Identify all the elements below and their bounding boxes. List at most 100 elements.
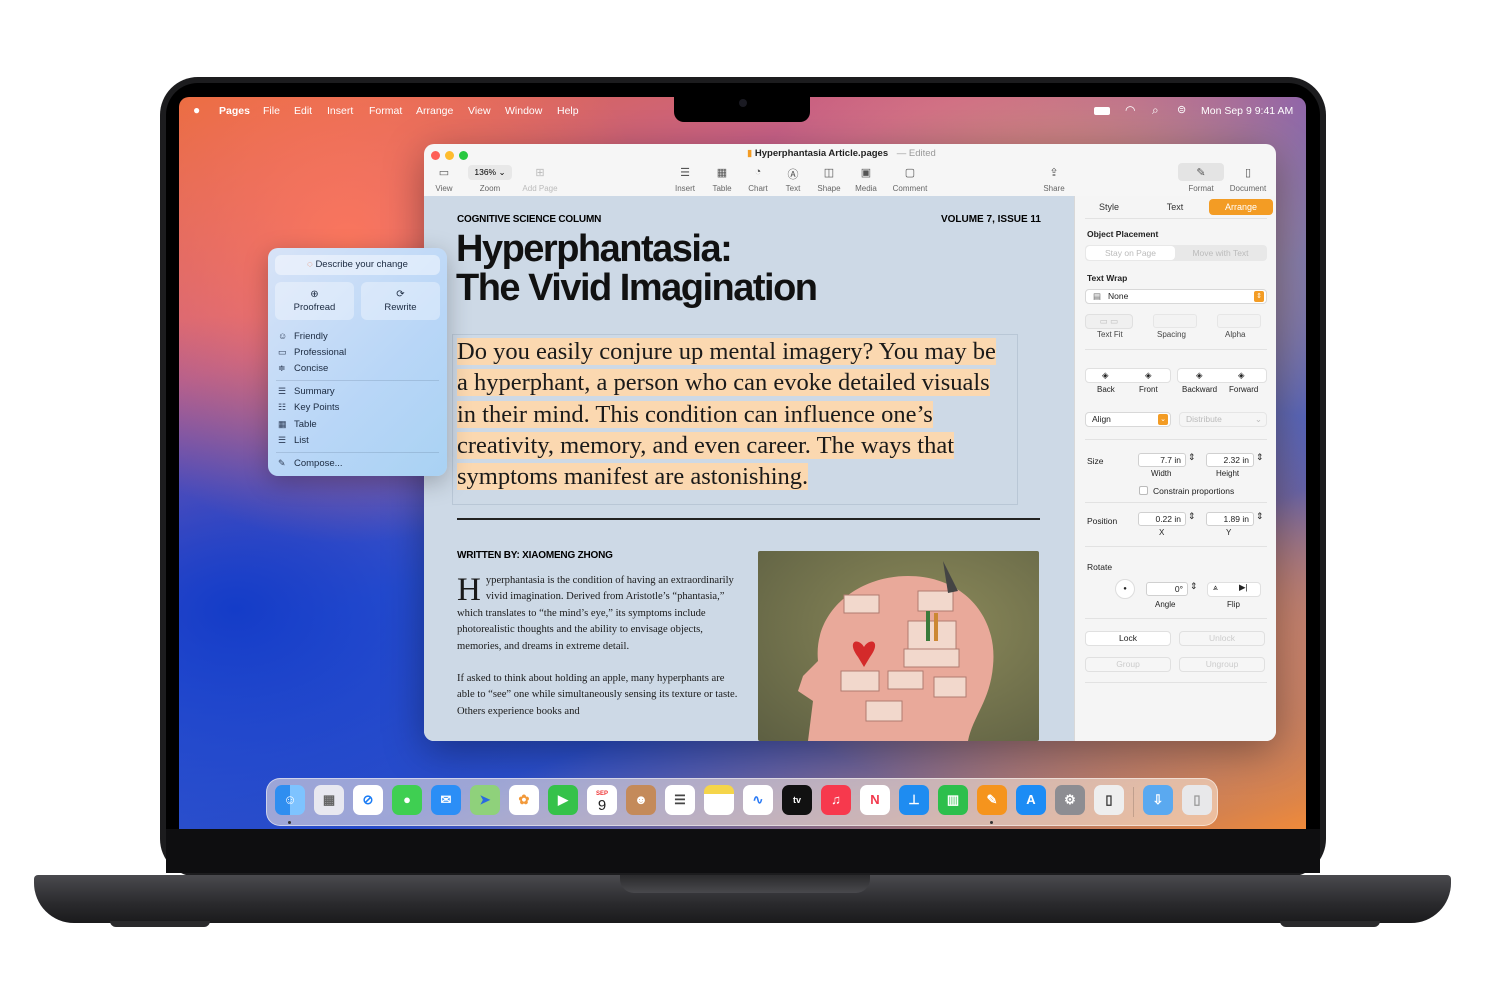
compose-option[interactable]: Compose... bbox=[294, 458, 343, 469]
menu-edit[interactable]: Edit bbox=[294, 105, 312, 117]
ungroup-button[interactable]: Ungroup bbox=[1179, 657, 1265, 672]
unlock-button[interactable]: Unlock bbox=[1179, 631, 1265, 646]
wifi-icon[interactable]: ◠ bbox=[1125, 103, 1135, 117]
control-center-icon[interactable]: ⊜ bbox=[1177, 103, 1186, 116]
body-column[interactable]: Hyperphantasia is the condition of havin… bbox=[457, 573, 739, 720]
launchpad-icon[interactable]: ▦ bbox=[314, 785, 344, 815]
proofread-button[interactable]: ⊕ Proofread bbox=[275, 282, 354, 320]
x-field[interactable]: 0.22 in bbox=[1138, 512, 1186, 526]
group-button[interactable]: Group bbox=[1085, 657, 1171, 672]
rotate-wheel[interactable]: ● bbox=[1115, 579, 1135, 599]
safari-icon[interactable]: ⊘ bbox=[353, 785, 383, 815]
tab-style[interactable]: Style bbox=[1083, 199, 1135, 215]
freeform-icon[interactable]: ∿ bbox=[743, 785, 773, 815]
close-button[interactable] bbox=[431, 151, 440, 160]
shape-icon[interactable]: ◫ bbox=[814, 166, 844, 179]
menu-arrange[interactable]: Arrange bbox=[416, 105, 453, 117]
align-select[interactable]: Align ⌄ bbox=[1085, 412, 1171, 427]
tv-icon[interactable]: tv bbox=[782, 785, 812, 815]
numbers-icon[interactable]: ▥ bbox=[938, 785, 968, 815]
alpha-field[interactable] bbox=[1217, 314, 1261, 328]
width-stepper[interactable]: ⇕ bbox=[1188, 452, 1196, 463]
maps-icon[interactable]: ➤ bbox=[470, 785, 500, 815]
describe-change-input[interactable]: ◌ Describe your change bbox=[275, 255, 440, 275]
tab-arrange[interactable]: Arrange bbox=[1209, 199, 1273, 215]
comment-icon[interactable]: ▢ bbox=[895, 166, 925, 179]
menu-app-name[interactable]: Pages bbox=[219, 105, 250, 117]
text-fit-control[interactable]: ▭ ▭ bbox=[1085, 314, 1133, 329]
menu-view[interactable]: View bbox=[468, 105, 491, 117]
messages-icon[interactable]: ● bbox=[392, 785, 422, 815]
height-stepper[interactable]: ⇕ bbox=[1256, 452, 1264, 463]
system-settings-icon[interactable]: ⚙ bbox=[1055, 785, 1085, 815]
trash-icon[interactable]: ▯ bbox=[1182, 785, 1212, 815]
media-icon[interactable]: ▣ bbox=[851, 166, 881, 179]
summary-option[interactable]: Summary bbox=[294, 386, 335, 397]
finder-icon[interactable]: ☺ bbox=[275, 785, 305, 815]
constrain-checkbox[interactable] bbox=[1139, 486, 1148, 495]
y-field[interactable]: 1.89 in bbox=[1206, 512, 1254, 526]
rewrite-button[interactable]: ⟳ Rewrite bbox=[361, 282, 440, 320]
add-page-icon[interactable]: ⊞ bbox=[525, 166, 555, 179]
stay-on-page-option[interactable]: Stay on Page bbox=[1086, 246, 1175, 260]
table-icon[interactable]: ▦ bbox=[707, 166, 737, 179]
news-icon[interactable]: N bbox=[860, 785, 890, 815]
zoom-select[interactable]: 136% ⌄ bbox=[468, 165, 512, 180]
photos-icon[interactable]: ✿ bbox=[509, 785, 539, 815]
angle-field[interactable]: 0° bbox=[1146, 582, 1188, 596]
minimize-button[interactable] bbox=[445, 151, 454, 160]
height-field[interactable]: 2.32 in bbox=[1206, 453, 1254, 467]
menu-file[interactable]: File bbox=[263, 105, 280, 117]
app-store-icon[interactable]: A bbox=[1016, 785, 1046, 815]
menu-format[interactable]: Format bbox=[369, 105, 402, 117]
text-icon[interactable]: Ⓐ bbox=[778, 166, 808, 182]
keynote-icon[interactable]: ⊥ bbox=[899, 785, 929, 815]
backward-icon[interactable]: ◈ bbox=[1196, 370, 1203, 381]
mail-icon[interactable]: ✉ bbox=[431, 785, 461, 815]
document-icon[interactable]: ▯ bbox=[1233, 166, 1263, 179]
notes-icon[interactable] bbox=[704, 785, 734, 815]
search-icon[interactable]: ⌕ bbox=[1152, 103, 1159, 118]
iphone-mirroring-icon[interactable]: ▯ bbox=[1094, 785, 1124, 815]
format-brush-icon[interactable]: ✎ bbox=[1186, 166, 1216, 179]
chart-icon[interactable]: ◔ bbox=[743, 166, 773, 178]
flip-horizontal-icon[interactable]: ▶| bbox=[1239, 582, 1248, 593]
x-stepper[interactable]: ⇕ bbox=[1188, 511, 1196, 522]
list-option[interactable]: List bbox=[294, 435, 309, 446]
share-icon[interactable]: ⇪ bbox=[1039, 166, 1069, 179]
facetime-icon[interactable]: ▶ bbox=[548, 785, 578, 815]
back-icon[interactable]: ◈ bbox=[1102, 370, 1109, 381]
lock-button[interactable]: Lock bbox=[1085, 631, 1171, 646]
spacing-field[interactable] bbox=[1153, 314, 1197, 328]
reminders-icon[interactable]: ☰ bbox=[665, 785, 695, 815]
insert-icon[interactable]: ☰ bbox=[670, 166, 700, 179]
tab-text[interactable]: Text bbox=[1147, 199, 1203, 215]
downloads-folder-icon[interactable]: ⇩ bbox=[1143, 785, 1173, 815]
document-canvas[interactable]: COGNITIVE SCIENCE COLUMN VOLUME 7, ISSUE… bbox=[424, 196, 1074, 741]
pages-icon[interactable]: ✎ bbox=[977, 785, 1007, 815]
professional-option[interactable]: Professional bbox=[294, 347, 346, 358]
y-stepper[interactable]: ⇕ bbox=[1256, 511, 1264, 522]
flip-vertical-icon[interactable]: ⩓ bbox=[1213, 582, 1218, 593]
front-icon[interactable]: ◈ bbox=[1145, 370, 1152, 381]
intro-paragraph[interactable]: Do you easily conjure up mental imagery?… bbox=[457, 336, 1005, 492]
apple-menu-icon[interactable]: ● bbox=[193, 103, 200, 117]
music-icon[interactable]: ♫ bbox=[821, 785, 851, 815]
battery-icon[interactable] bbox=[1094, 107, 1110, 115]
text-wrap-select[interactable]: ▤ None ⇕ bbox=[1085, 289, 1267, 304]
friendly-option[interactable]: Friendly bbox=[294, 331, 328, 342]
menu-window[interactable]: Window bbox=[505, 105, 542, 117]
forward-icon[interactable]: ◈ bbox=[1238, 370, 1245, 381]
menu-help[interactable]: Help bbox=[557, 105, 579, 117]
move-with-text-option[interactable]: Move with Text bbox=[1175, 246, 1266, 260]
sidebar-view-icon[interactable]: ▭ bbox=[429, 166, 459, 179]
article-illustration[interactable] bbox=[758, 551, 1039, 741]
distribute-select[interactable]: Distribute ⌄ bbox=[1179, 412, 1267, 427]
width-field[interactable]: 7.7 in bbox=[1138, 453, 1186, 467]
zoom-window-button[interactable] bbox=[459, 151, 468, 160]
angle-stepper[interactable]: ⇕ bbox=[1190, 581, 1198, 592]
concise-option[interactable]: Concise bbox=[294, 363, 328, 374]
calendar-icon[interactable]: SEP 9 bbox=[587, 785, 617, 815]
table-option[interactable]: Table bbox=[294, 419, 317, 430]
menu-clock[interactable]: Mon Sep 9 9:41 AM bbox=[1201, 105, 1293, 117]
